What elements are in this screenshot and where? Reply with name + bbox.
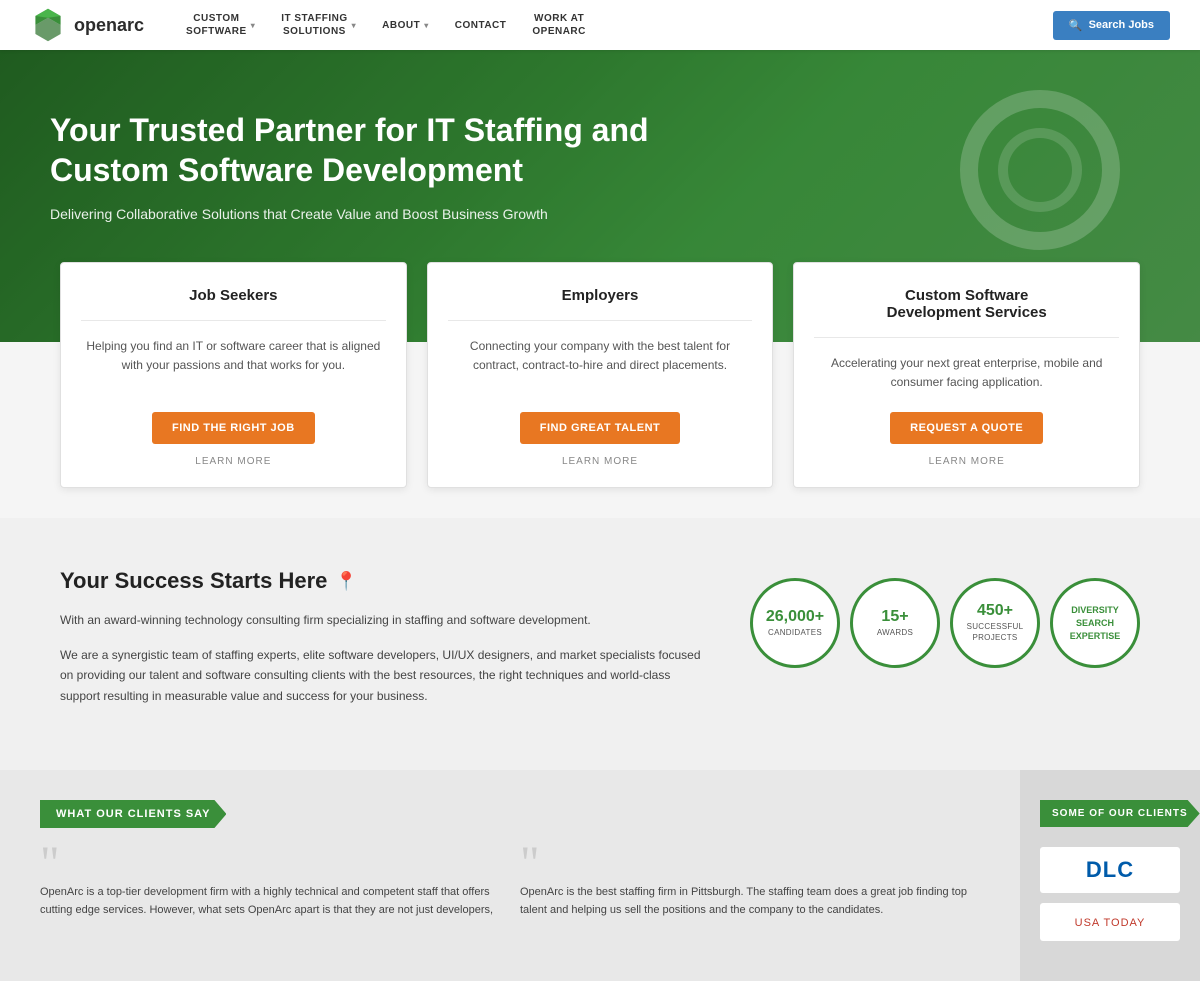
logo[interactable]: openarc: [30, 7, 144, 43]
success-stats: 26,000+ CANDIDATES 15+ AWARDS 450+ SUCCE…: [750, 568, 1140, 668]
clients-badge: SOME OF OUR CLIENTS: [1040, 800, 1200, 827]
card-job-seekers: Job Seekers Helping you find an IT or so…: [60, 262, 407, 488]
clients-section: SOME OF OUR CLIENTS DLC USA TODAY: [1020, 770, 1200, 981]
learn-more-employers[interactable]: LEARN MORE: [562, 456, 638, 467]
testimonials-badge: WHAT OUR CLIENTS SAY: [40, 800, 226, 828]
testimonial-item-2: " OpenArc is the best staffing firm in P…: [520, 852, 980, 919]
card-desc-custom-software: Accelerating your next great enterprise,…: [814, 354, 1119, 392]
success-title: Your Success Starts Here 📍: [60, 568, 710, 594]
stat-projects: 450+ SUCCESSFUL PROJECTS: [950, 578, 1040, 668]
chevron-down-icon: ▾: [424, 21, 429, 30]
logo-text: openarc: [74, 15, 144, 36]
card-divider: [448, 320, 753, 321]
client-logo-dlc: DLC: [1040, 847, 1180, 893]
chevron-down-icon: ▾: [352, 21, 357, 30]
logo-icon: [30, 7, 66, 43]
card-desc-employers: Connecting your company with the best ta…: [448, 337, 753, 392]
learn-more-job-seekers[interactable]: LEARN MORE: [195, 456, 271, 467]
hero-decorative-circle: [960, 90, 1120, 250]
testimonial-item-1: " OpenArc is a top-tier development firm…: [40, 852, 500, 919]
stat-awards: 15+ AWARDS: [850, 578, 940, 668]
chevron-down-icon: ▾: [251, 21, 256, 30]
request-quote-button[interactable]: REQUEST A QUOTE: [890, 412, 1043, 444]
testimonial-text-1: OpenArc is a top-tier development firm w…: [40, 884, 500, 919]
card-title-employers: Employers: [562, 287, 639, 304]
card-custom-software: Custom Software Development Services Acc…: [793, 262, 1140, 488]
client-logo-dlc-text: DLC: [1086, 857, 1134, 882]
success-left: Your Success Starts Here 📍 With an award…: [60, 568, 710, 720]
quote-mark-1: ": [40, 852, 500, 876]
testimonials-section: WHAT OUR CLIENTS SAY " OpenArc is a top-…: [0, 770, 1020, 981]
card-title-job-seekers: Job Seekers: [189, 287, 277, 304]
stat-diversity: DIVERSITYSEARCHEXPERTISE: [1050, 578, 1140, 668]
hero-content: Your Trusted Partner for IT Staffing and…: [50, 110, 750, 222]
client-logo-usa-text: USA TODAY: [1075, 917, 1146, 929]
card-title-custom-software: Custom Software Development Services: [887, 287, 1047, 321]
hero-title: Your Trusted Partner for IT Staffing and…: [50, 110, 750, 190]
card-desc-job-seekers: Helping you find an IT or software caree…: [81, 337, 386, 392]
nav-item-about[interactable]: ABOUT ▾: [370, 0, 441, 50]
find-great-talent-button[interactable]: FIND GREAT TALENT: [520, 412, 681, 444]
search-jobs-button[interactable]: 🔍 Search Jobs: [1053, 11, 1170, 40]
pin-icon: 📍: [335, 571, 357, 592]
stat-label-awards: AWARDS: [877, 628, 913, 638]
stat-number-candidates: 26,000+: [766, 609, 824, 625]
cards-section: Job Seekers Helping you find an IT or so…: [0, 262, 1200, 488]
nav-items: CUSTOMSOFTWARE ▾ IT STAFFINGSOLUTIONS ▾ …: [174, 0, 1053, 50]
card-employers: Employers Connecting your company with t…: [427, 262, 774, 488]
learn-more-custom-software[interactable]: LEARN MORE: [929, 456, 1005, 467]
stat-label-candidates: CANDIDATES: [768, 628, 822, 638]
card-divider: [814, 337, 1119, 338]
stat-number-diversity: DIVERSITYSEARCHEXPERTISE: [1070, 604, 1121, 642]
navbar: openarc CUSTOMSOFTWARE ▾ IT STAFFINGSOLU…: [0, 0, 1200, 50]
find-right-job-button[interactable]: FIND THE RIGHT JOB: [152, 412, 315, 444]
client-logo-usa: USA TODAY: [1040, 903, 1180, 941]
stat-number-awards: 15+: [881, 609, 908, 625]
search-icon: 🔍: [1069, 19, 1083, 32]
testimonials-grid: " OpenArc is a top-tier development firm…: [40, 852, 980, 919]
nav-item-it-staffing[interactable]: IT STAFFINGSOLUTIONS ▾: [269, 0, 368, 50]
bottom-section: WHAT OUR CLIENTS SAY " OpenArc is a top-…: [0, 770, 1200, 981]
success-para-2: We are a synergistic team of staffing ex…: [60, 645, 710, 706]
success-section: Your Success Starts Here 📍 With an award…: [0, 518, 1200, 770]
nav-item-work[interactable]: WORK ATOPENARC: [520, 0, 598, 50]
stat-number-projects: 450+: [977, 603, 1013, 619]
nav-item-contact[interactable]: CONTACT: [443, 0, 519, 50]
quote-mark-2: ": [520, 852, 980, 876]
card-divider: [81, 320, 386, 321]
testimonial-text-2: OpenArc is the best staffing firm in Pit…: [520, 884, 980, 919]
success-para-1: With an award-winning technology consult…: [60, 610, 710, 630]
hero-subtitle: Delivering Collaborative Solutions that …: [50, 206, 750, 222]
stat-label-projects: SUCCESSFUL PROJECTS: [967, 622, 1024, 643]
nav-item-custom-software[interactable]: CUSTOMSOFTWARE ▾: [174, 0, 267, 50]
stat-candidates: 26,000+ CANDIDATES: [750, 578, 840, 668]
